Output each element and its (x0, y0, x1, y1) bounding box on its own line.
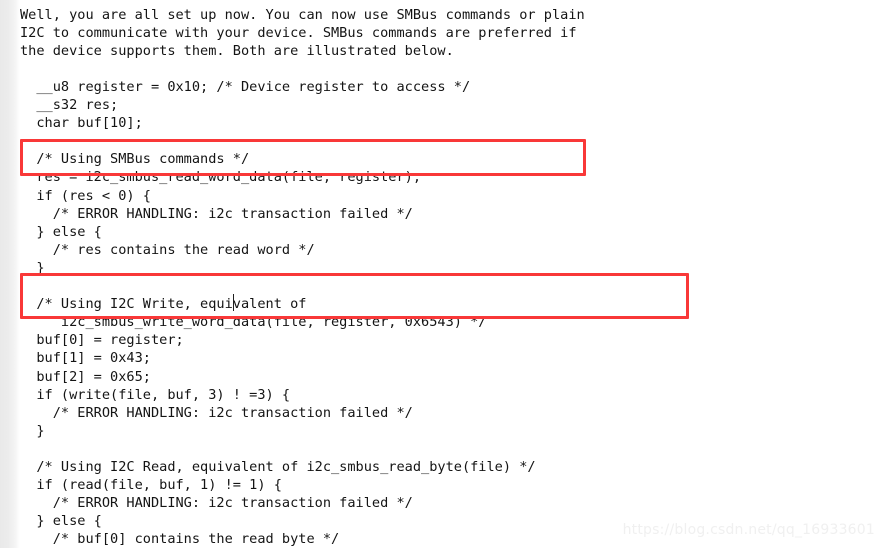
code-line: buf[2] = 0x65; (20, 368, 151, 385)
code-line: } (20, 259, 45, 276)
code-listing: __u8 register = 0x10; /* Device register… (20, 78, 536, 548)
code-line: /* ERROR HANDLING: i2c transaction faile… (20, 205, 413, 222)
code-line: } else { (20, 223, 102, 240)
paragraph-line-3: the device supports them. Both are illus… (20, 43, 454, 60)
watermark-text: https://blog.csdn.net/qq_16933601 (622, 522, 875, 538)
code-line: } (20, 422, 45, 439)
code-line: if (read(file, buf, 1) != 1) { (20, 477, 282, 494)
code-line: i2c_smbus_write_word_data(file, register… (20, 314, 487, 331)
code-line: res = i2c_smbus_read_word_data(file, reg… (20, 169, 422, 186)
code-line: /* ERROR HANDLING: i2c transaction faile… (20, 404, 413, 421)
code-line: /* buf[0] contains the read byte */ (20, 531, 340, 548)
code-line: /* Using SMBus commands */ (20, 151, 250, 168)
page-canvas: Well, you are all set up now. You can no… (0, 0, 887, 548)
code-line: buf[0] = register; (20, 332, 184, 349)
code-line: if (write(file, buf, 3) ! =3) { (20, 386, 291, 403)
code-line: /* Using I2C Read, equivalent of i2c_smb… (20, 458, 536, 475)
intro-paragraph: Well, you are all set up now. You can no… (20, 6, 585, 60)
code-line: /* Using I2C Write, equivalent of (20, 296, 307, 313)
code-line: __u8 register = 0x10; /* Device register… (20, 79, 471, 95)
code-line: char buf[10]; (20, 115, 143, 132)
paragraph-line-2: I2C to communicate with your device. SMB… (20, 25, 577, 42)
code-line: /* ERROR HANDLING: i2c transaction faile… (20, 495, 413, 512)
code-line: __s32 res; (20, 97, 119, 114)
code-line: buf[1] = 0x43; (20, 350, 151, 367)
text-cursor-caret (233, 294, 234, 311)
code-line: if (res < 0) { (20, 187, 151, 204)
code-line: /* res contains the read word */ (20, 241, 315, 258)
code-line: } else { (20, 513, 102, 530)
text-layer: Well, you are all set up now. You can no… (0, 0, 887, 548)
paragraph-line-1: Well, you are all set up now. You can no… (20, 7, 585, 23)
